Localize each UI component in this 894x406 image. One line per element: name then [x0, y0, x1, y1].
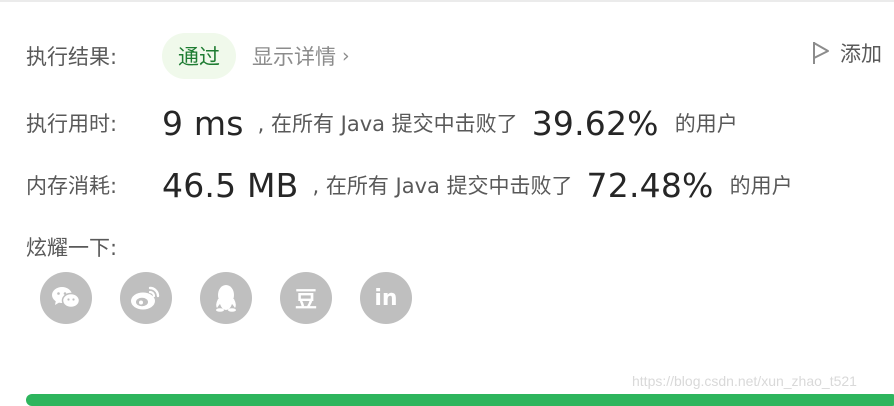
wechat-icon[interactable]	[40, 272, 92, 324]
result-label: 执行结果:	[26, 45, 118, 69]
linkedin-glyph: in	[374, 285, 398, 311]
runtime-comparison: , 在所有 Java 提交中击败了	[257, 112, 518, 136]
runtime-row: 执行用时: 9 ms , 在所有 Java 提交中击败了 39.62% 的用户	[26, 98, 738, 148]
linkedin-icon[interactable]: in	[360, 272, 412, 324]
qq-icon[interactable]	[200, 272, 252, 324]
memory-percent: 72.48%	[586, 165, 714, 205]
weibo-icon[interactable]	[120, 272, 172, 324]
share-row: 炫耀一下:	[26, 230, 117, 264]
weibo-glyph	[131, 286, 160, 310]
watermark-text: https://blog.csdn.net/xun_zhao_t521	[632, 373, 857, 389]
result-row: 执行结果: 通过 显示详情 ›	[26, 32, 350, 80]
chevron-right-icon: ›	[342, 45, 350, 67]
memory-comparison: , 在所有 Java 提交中击败了	[312, 174, 573, 198]
top-divider	[0, 0, 894, 2]
memory-suffix: 的用户	[729, 174, 793, 198]
runtime-suffix: 的用户	[674, 112, 738, 136]
douban-icon[interactable]: 豆	[280, 272, 332, 324]
share-icon-group: 豆 in	[40, 272, 412, 324]
douban-glyph: 豆	[294, 288, 317, 313]
memory-value: 46.5 MB	[162, 165, 299, 205]
add-note-label: 添加	[840, 42, 882, 66]
flag-icon	[813, 42, 829, 64]
memory-row: 内存消耗: 46.5 MB , 在所有 Java 提交中击败了 72.48% 的…	[26, 160, 793, 210]
add-note-button[interactable]: 添加	[812, 38, 882, 68]
show-details-link[interactable]: 显示详情 ›	[252, 41, 350, 71]
show-details-label: 显示详情	[252, 45, 336, 69]
status-badge: 通过	[162, 33, 236, 79]
wechat-glyph	[52, 287, 81, 309]
share-label: 炫耀一下:	[26, 236, 118, 260]
runtime-value: 9 ms	[162, 103, 244, 143]
qq-glyph	[216, 285, 236, 312]
runtime-label: 执行用时:	[26, 112, 118, 136]
runtime-percent: 39.62%	[531, 103, 659, 143]
memory-label: 内存消耗:	[26, 174, 118, 198]
bottom-green-bar	[26, 394, 894, 406]
